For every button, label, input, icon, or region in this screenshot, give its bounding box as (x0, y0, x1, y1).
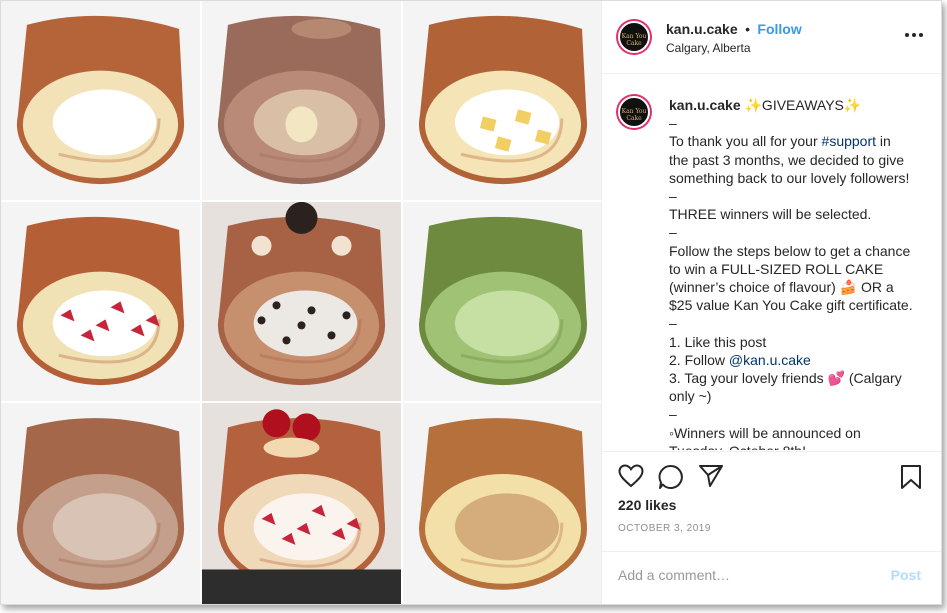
post-date[interactable]: OCTOBER 3, 2019 (618, 523, 711, 534)
caption-line: 2. Follow @kan.u.cake (669, 351, 811, 368)
gallery-tile-oreo-roll (202, 202, 401, 401)
caption-line: $25 value Kan You Cake gift certificate. (669, 297, 913, 314)
caption-line: to win a FULL-SIZED ROLL CAKE (669, 260, 884, 277)
caption-avatar[interactable]: Kan You Cake (618, 96, 650, 128)
comment-input[interactable] (618, 566, 868, 584)
caption-line: ◦Winners will be announced on (669, 424, 861, 441)
caption-line: kan.u.cake ✨GIVEAWAYS✨ (669, 97, 862, 113)
caption-scroll-area[interactable]: Kan You Cake kan.u.cake ✨GIVEAWAYS✨ – To t… (602, 74, 941, 450)
caption-line: – (669, 115, 677, 132)
instagram-post: Kan You Cake kan.u.cake • Follow Calgary… (0, 0, 942, 605)
post-header: Kan You Cake kan.u.cake • Follow Calgary… (602, 1, 941, 74)
header-username[interactable]: kan.u.cake (666, 21, 738, 37)
gallery-tile-matcha-roll (403, 202, 603, 401)
gallery-tile-black-forest-roll (202, 403, 401, 604)
caption-line: Follow the steps below to get a chance (669, 242, 911, 259)
like-heart-icon[interactable] (618, 464, 644, 493)
caption-line: THREE winners will be selected. (669, 206, 872, 223)
caption-line: Tuesday, October 8th! (669, 442, 931, 450)
header-title-row: kan.u.cake • Follow (666, 21, 802, 39)
caption-line: only ~) (669, 388, 712, 405)
caption-line: (winner’s choice of flavour) 🍰 OR a (669, 279, 894, 296)
header-separator: • (745, 21, 750, 37)
post-actions: 220 likes OCTOBER 3, 2019 Post (602, 451, 941, 604)
gallery-tile-mango-roll (403, 1, 603, 200)
post-comment-button[interactable]: Post (891, 567, 921, 583)
caption-line: 1. Like this post (669, 333, 767, 350)
likes-count[interactable]: 220 likes (618, 497, 676, 513)
caption-avatar-logo-text: Kan You Cake (621, 108, 647, 122)
caption-line: the past 3 months, we decided to give (669, 151, 905, 168)
hashtag-link[interactable]: #support (822, 133, 876, 149)
gallery-tile-plain-roll-cream (1, 1, 200, 200)
more-options-icon[interactable] (904, 27, 924, 38)
caption-line: – (669, 224, 677, 241)
post-location[interactable]: Calgary, Alberta (666, 41, 751, 55)
caption-line: something back to our lovely followers! (669, 169, 910, 186)
post-side-panel: Kan You Cake kan.u.cake • Follow Calgary… (601, 1, 941, 604)
gallery-tile-chocolate-banana-roll (202, 1, 401, 200)
caption-line: – (669, 188, 677, 205)
comment-row: Post (602, 551, 941, 604)
caption-line: – (669, 315, 677, 332)
share-send-icon[interactable] (698, 464, 724, 493)
caption-line: – (669, 406, 677, 423)
follow-button[interactable]: Follow (757, 21, 801, 37)
caption-text: kan.u.cake ✨GIVEAWAYS✨ – To thank you all … (669, 96, 931, 450)
save-bookmark-icon[interactable] (900, 464, 922, 495)
comment-bubble-icon[interactable] (658, 464, 684, 495)
gallery-tile-chocolate-roll (1, 403, 200, 604)
avatar[interactable]: Kan You Cake (618, 21, 650, 53)
gallery-tile-strawberry-roll (1, 202, 200, 401)
avatar-logo-text: Kan You Cake (621, 33, 647, 47)
caption-line: To thank you all for your #support in (669, 133, 891, 150)
gallery-tile-caramel-roll (403, 403, 603, 604)
caption-username[interactable]: kan.u.cake (669, 97, 745, 113)
caption-line: 3. Tag your lovely friends 💕 (Calgary (669, 370, 902, 387)
post-image-grid[interactable] (1, 1, 603, 604)
mention-link[interactable]: @kan.u.cake (729, 352, 811, 368)
